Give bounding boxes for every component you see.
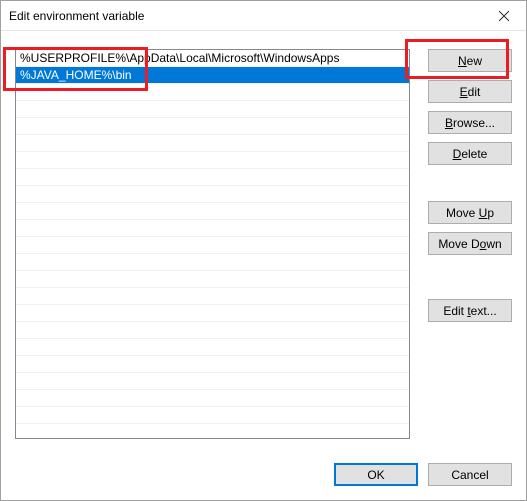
new-button-rest: ew	[467, 54, 482, 68]
list-item[interactable]	[16, 339, 409, 356]
edit-button[interactable]: Edit	[428, 80, 512, 103]
list-item[interactable]	[16, 169, 409, 186]
list-item[interactable]	[16, 407, 409, 424]
window-title: Edit environment variable	[9, 9, 481, 23]
edit-button-rest: dit	[468, 85, 481, 99]
movedown-rest: wn	[486, 237, 501, 251]
ok-button[interactable]: OK	[334, 463, 418, 486]
side-button-column: New Edit Browse... Delete Move Up Move D…	[428, 49, 512, 449]
browse-button[interactable]: Browse...	[428, 111, 512, 134]
button-gap-1	[428, 173, 512, 201]
list-item[interactable]	[16, 322, 409, 339]
list-item[interactable]	[16, 118, 409, 135]
moveup-rest: p	[487, 206, 494, 220]
list-item[interactable]: %JAVA_HOME%\bin	[16, 67, 409, 84]
list-item[interactable]	[16, 237, 409, 254]
list-item[interactable]	[16, 373, 409, 390]
list-item[interactable]	[16, 305, 409, 322]
close-button[interactable]	[481, 1, 526, 30]
delete-button[interactable]: Delete	[428, 142, 512, 165]
list-item[interactable]	[16, 203, 409, 220]
list-item[interactable]	[16, 152, 409, 169]
edit-text-button[interactable]: Edit text...	[428, 299, 512, 322]
dialog-window: Edit environment variable %USERPROFILE%\…	[0, 0, 527, 501]
list-item[interactable]	[16, 186, 409, 203]
list-item[interactable]	[16, 390, 409, 407]
list-item[interactable]	[16, 271, 409, 288]
list-item[interactable]	[16, 135, 409, 152]
list-item[interactable]	[16, 220, 409, 237]
edit-button-underline: E	[460, 85, 468, 99]
list-item[interactable]	[16, 84, 409, 101]
dialog-footer: OK Cancel	[15, 449, 512, 486]
list-item[interactable]	[16, 288, 409, 305]
edittext-prefix: Edit	[443, 304, 467, 318]
dialog-content: %USERPROFILE%\AppData\Local\Microsoft\Wi…	[1, 31, 526, 500]
edittext-rest: ext...	[471, 304, 497, 318]
button-gap-2	[428, 263, 512, 299]
close-icon	[499, 11, 509, 21]
path-listbox[interactable]: %USERPROFILE%\AppData\Local\Microsoft\Wi…	[15, 49, 410, 439]
titlebar: Edit environment variable	[1, 1, 526, 31]
main-row: %USERPROFILE%\AppData\Local\Microsoft\Wi…	[15, 49, 512, 449]
browse-button-rest: rowse...	[453, 116, 495, 130]
delete-button-rest: elete	[461, 147, 487, 161]
list-item[interactable]	[16, 101, 409, 118]
list-item[interactable]	[16, 356, 409, 373]
list-item[interactable]	[16, 254, 409, 271]
list-item[interactable]: %USERPROFILE%\AppData\Local\Microsoft\Wi…	[16, 50, 409, 67]
new-button[interactable]: New	[428, 49, 512, 72]
cancel-button[interactable]: Cancel	[428, 463, 512, 486]
move-up-button[interactable]: Move Up	[428, 201, 512, 224]
browse-button-underline: B	[445, 116, 453, 130]
moveup-prefix: Move	[446, 206, 479, 220]
new-button-underline: N	[458, 54, 467, 68]
movedown-prefix: Move D	[438, 237, 479, 251]
move-down-button[interactable]: Move Down	[428, 232, 512, 255]
delete-button-underline: D	[453, 147, 462, 161]
